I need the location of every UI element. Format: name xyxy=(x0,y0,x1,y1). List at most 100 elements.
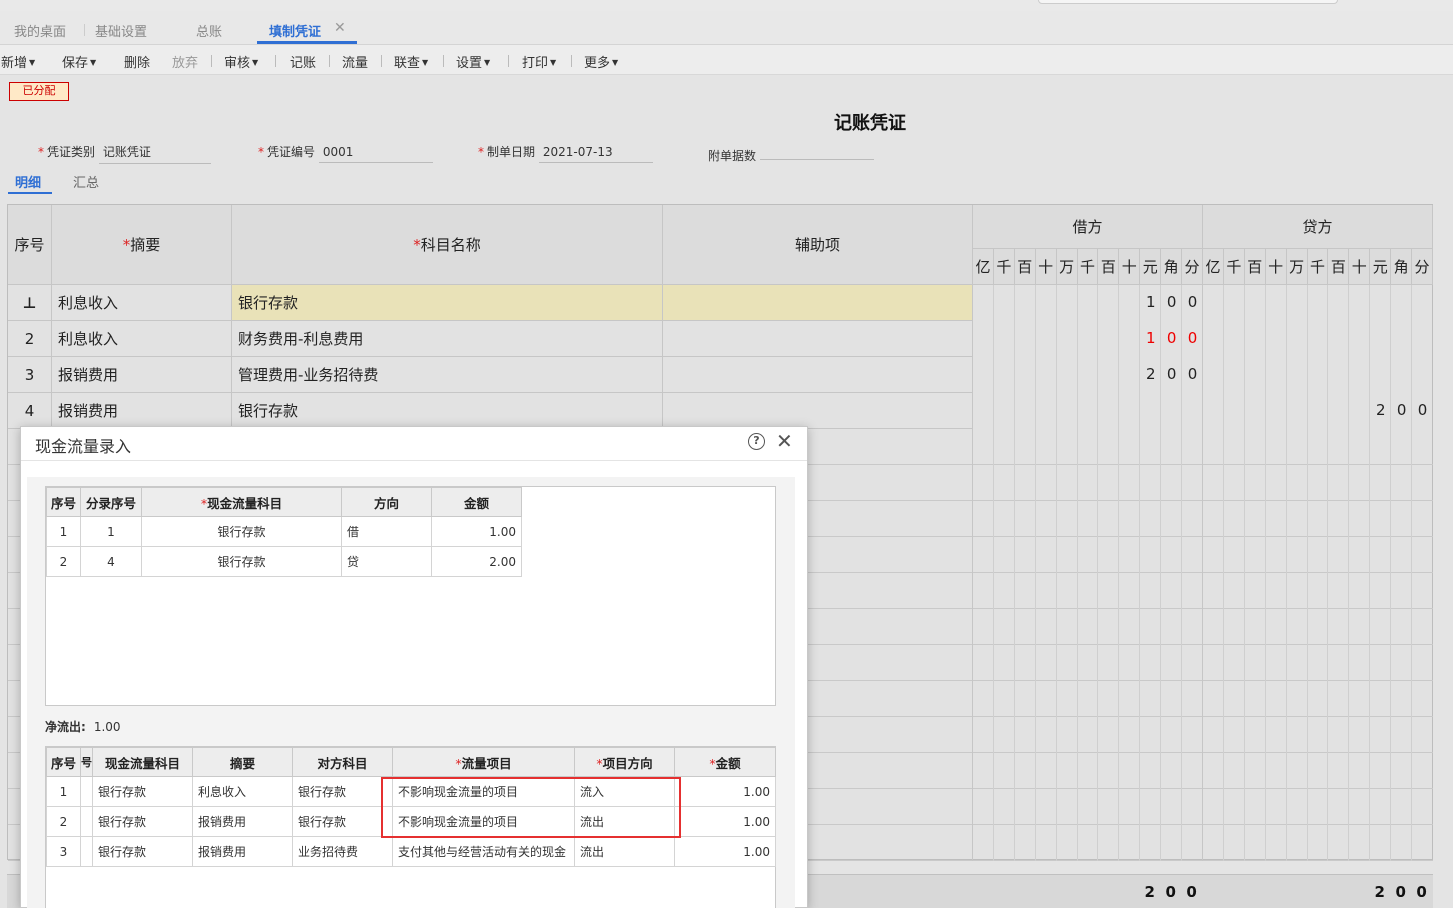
table2-header: *流量项目 xyxy=(392,747,575,777)
cashflow-dialog: 现金流量录入 ? ✕ 序号 分录序号 *现金流量科目 方向 金额 1 1 银行存款借 1.00… xyxy=(20,426,808,908)
digit-divider xyxy=(1264,285,1266,861)
row-summary[interactable]: 报销费用 xyxy=(52,393,232,429)
total-credit-digit: 0 xyxy=(1416,883,1427,901)
table-row[interactable]: 2 银行存款 报销费用 银行存款 不影响现金流量的项目 流出 1.00 xyxy=(46,806,776,837)
table2-cell[interactable]: 不影响现金流量的项目 xyxy=(392,806,575,837)
help-icon[interactable]: ? xyxy=(748,433,765,450)
credit-unit-header: 十 xyxy=(1349,249,1371,285)
settings-button[interactable]: 设置 ▼ xyxy=(456,52,490,71)
header-summary: * 摘要 xyxy=(52,205,232,285)
debit-unit-header: 元 xyxy=(1140,249,1162,285)
digit-divider xyxy=(1139,285,1141,861)
print-button[interactable]: 打印 ▼ xyxy=(522,52,556,71)
toolbar-separator xyxy=(443,55,444,67)
cashflow-subject-table: 序号 分录序号 *现金流量科目 方向 金额 1 1 银行存款借 1.00 2 4 银行存款贷 2.00 xyxy=(45,486,776,706)
cashflow-button[interactable]: 流量 xyxy=(342,52,368,71)
table2-header: 对方科目 xyxy=(292,747,393,777)
digit-divider xyxy=(1160,285,1162,861)
table1-cell: 1 xyxy=(80,516,142,547)
table-row[interactable]: 1 银行存款 利息收入 银行存款 不影响现金流量的项目 流入 1.00 xyxy=(46,776,776,807)
row-aux[interactable] xyxy=(663,357,973,393)
row-summary[interactable]: 利息收入 xyxy=(52,321,232,357)
tab-general-ledger[interactable]: 总账 xyxy=(196,21,222,40)
table2-cell[interactable]: 流出 xyxy=(574,836,675,867)
voucher-no-field[interactable]: * 凭证编号 0001 xyxy=(258,143,433,163)
table2-cell[interactable]: 流入 xyxy=(574,776,675,807)
tab-fill-voucher[interactable]: 填制凭证 xyxy=(269,21,321,40)
table-row[interactable]: 2 4 银行存款贷 2.00 xyxy=(46,546,522,577)
post-button[interactable]: 记账 xyxy=(290,52,316,71)
row-summary[interactable]: 利息收入 xyxy=(52,285,232,321)
debit-unit-header: 十 xyxy=(1119,249,1141,285)
dialog-title: 现金流量录入 xyxy=(35,437,132,456)
header-seq: 序号 xyxy=(8,205,52,285)
debit-unit-header: 千 xyxy=(1077,249,1099,285)
row-aux[interactable] xyxy=(663,393,973,429)
attachment-count-field[interactable]: 附单据数 xyxy=(708,143,874,164)
total-debit-digit: 0 xyxy=(1165,883,1176,901)
table1-cell: 2.00 xyxy=(431,546,522,577)
truncated-header: 号 xyxy=(81,756,92,769)
row-aux[interactable] xyxy=(663,321,973,357)
table2-header: 序号 xyxy=(46,747,81,777)
more-button[interactable]: 更多 ▼ xyxy=(584,52,618,71)
total-credit-digit: 2 xyxy=(1374,883,1385,901)
table2-cell[interactable]: 流出 xyxy=(574,806,675,837)
voucher-type-field[interactable]: * 凭证类别 记账凭证 xyxy=(38,143,211,164)
close-icon[interactable]: ✕ xyxy=(334,20,346,36)
credit-unit-header: 亿 xyxy=(1203,249,1224,285)
query-button[interactable]: 联查 ▼ xyxy=(394,52,428,71)
table2-header: *项目方向 xyxy=(574,747,675,777)
delete-button[interactable]: 删除 xyxy=(124,52,150,71)
table2-cell: 利息收入 xyxy=(192,776,293,807)
audit-button[interactable]: 审核 ▼ xyxy=(224,52,258,71)
row-account[interactable]: 财务费用-利息费用 xyxy=(232,321,663,357)
table-row[interactable]: 3 银行存款 报销费用 业务招待费 支付其他与经营活动有关的现金 流出 1.00 xyxy=(46,836,776,867)
credit-unit-header: 千 xyxy=(1307,249,1329,285)
add-button[interactable]: 新增 ▼ xyxy=(1,52,35,71)
header-aux: 辅助项 xyxy=(663,205,973,285)
debit-unit-header: 亿 xyxy=(973,249,994,285)
digit-divider xyxy=(1285,285,1287,861)
table2-cell: 报销费用 xyxy=(192,836,293,867)
table2-header: *金额 xyxy=(674,747,776,777)
discard-button[interactable]: 放弃 xyxy=(172,52,198,71)
credit-unit-header: 元 xyxy=(1370,249,1392,285)
table2-cell[interactable]: 不影响现金流量的项目 xyxy=(392,776,575,807)
table2-cell xyxy=(80,776,93,807)
credit-digit: 0 xyxy=(1396,401,1407,419)
tab-basic-settings[interactable]: 基础设置 xyxy=(95,21,147,40)
digit-divider xyxy=(1390,285,1392,861)
row-account[interactable]: 银行存款 xyxy=(232,393,663,429)
tab-detail[interactable]: 明细 xyxy=(15,172,41,191)
save-button[interactable]: 保存 ▼ xyxy=(62,52,96,71)
voucher-no-label: 凭证编号 xyxy=(267,145,316,159)
close-icon[interactable]: ✕ xyxy=(776,429,793,453)
tab-desktop[interactable]: 我的桌面 xyxy=(14,21,66,40)
table1-header: 序号 xyxy=(46,487,81,517)
credit-unit-header: 千 xyxy=(1223,249,1245,285)
row-account[interactable]: 管理费用-业务招待费 xyxy=(232,357,663,393)
voucher-date-field[interactable]: * 制单日期 2021-07-13 xyxy=(478,143,653,163)
chevron-down-icon: ▼ xyxy=(484,58,491,67)
debit-unit-header: 十 xyxy=(1035,249,1057,285)
active-subtab-indicator xyxy=(8,192,52,194)
voucher-no-value[interactable]: 0001 xyxy=(318,145,433,163)
table-row[interactable]: 1 1 银行存款借 1.00 xyxy=(46,516,522,547)
voucher-date-value[interactable]: 2021-07-13 xyxy=(538,145,653,163)
toolbar: 新增 ▼ 保存 ▼ 删除 放弃 审核 ▼ 记账 流量 联查 ▼ 设置 ▼ 打印 ▼ 更多 ▼ xyxy=(0,45,1453,75)
tab-summary[interactable]: 汇总 xyxy=(73,172,99,191)
table1-header: *现金流量科目 xyxy=(141,487,342,517)
chevron-down-icon: ▼ xyxy=(550,58,557,67)
table2-cell[interactable]: 支付其他与经营活动有关的现金 xyxy=(392,836,575,867)
debit-unit-header: 万 xyxy=(1056,249,1078,285)
row-account[interactable]: 银行存款 xyxy=(232,285,663,321)
attachment-count-value[interactable] xyxy=(759,143,874,160)
row-summary[interactable]: 报销费用 xyxy=(52,357,232,393)
voucher-type-value[interactable]: 记账凭证 xyxy=(98,143,211,164)
search-input[interactable] xyxy=(1038,0,1338,4)
digit-divider xyxy=(1034,285,1036,861)
insert-row-icon: ⊥ xyxy=(8,285,52,321)
row-aux[interactable] xyxy=(663,285,973,321)
cashflow-subject-grid: 序号 分录序号 *现金流量科目 方向 金额 1 1 银行存款借 1.00 2 4 银行存款贷 2.00 xyxy=(46,487,522,577)
